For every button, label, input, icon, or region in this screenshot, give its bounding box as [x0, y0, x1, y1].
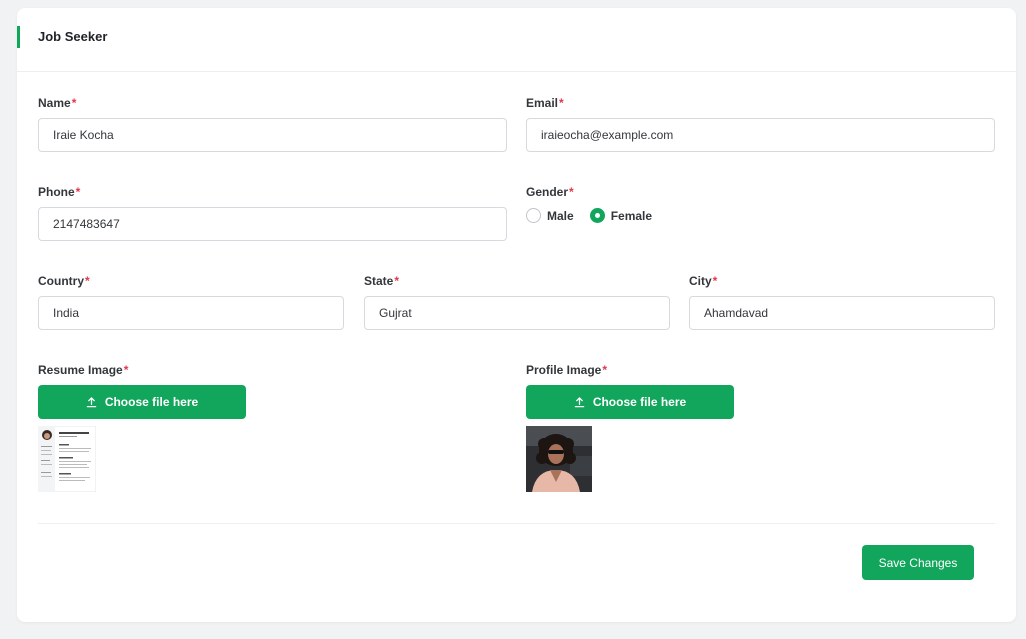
profile-label-text: Profile Image [526, 363, 602, 377]
resume-label-text: Resume Image [38, 363, 123, 377]
country-value: India [53, 306, 80, 320]
state-value: Gujrat [379, 306, 412, 320]
profile-upload-button[interactable]: Choose file here [526, 385, 734, 419]
gender-radio-female[interactable]: Female [589, 208, 653, 223]
required-mark: * [75, 185, 81, 199]
required-mark: * [123, 363, 129, 377]
email-field[interactable]: iraieocha@example.com [526, 118, 995, 152]
email-value: iraieocha@example.com [541, 128, 674, 142]
required-mark: * [712, 274, 718, 288]
country-label: Country* [38, 274, 90, 288]
email-label: Email* [526, 96, 564, 110]
upload-icon [574, 396, 585, 408]
gender-label-text: Gender [526, 185, 569, 199]
upload-icon [86, 396, 97, 408]
name-field[interactable]: Iraie Kocha [38, 118, 507, 152]
state-label-text: State [364, 274, 394, 288]
resume-upload-label: Choose file here [104, 395, 199, 409]
phone-label-text: Phone [38, 185, 75, 199]
profile-label: Profile Image* [526, 363, 607, 377]
job-seeker-card: Job Seeker Name* Iraie Kocha Email* irai… [17, 8, 1016, 622]
name-value: Iraie Kocha [53, 128, 114, 142]
state-label: State* [364, 274, 399, 288]
gender-option-label: Female [610, 208, 653, 223]
phone-label: Phone* [38, 185, 80, 199]
gender-option-label: Male [547, 208, 574, 223]
required-mark: * [559, 96, 564, 110]
card-title: Job Seeker [38, 29, 108, 44]
required-mark: * [85, 274, 90, 288]
form-divider [38, 523, 995, 524]
required-mark: * [569, 185, 574, 199]
gender-label: Gender* [526, 185, 574, 199]
name-label-text: Name [38, 96, 71, 110]
gender-radio-group: Male Female [526, 208, 668, 223]
country-field[interactable]: India [38, 296, 344, 330]
required-mark: * [394, 274, 400, 288]
profile-upload-label: Choose file here [592, 395, 687, 409]
state-field[interactable]: Gujrat [364, 296, 670, 330]
name-label: Name* [38, 96, 76, 110]
resume-label: Resume Image* [38, 363, 128, 377]
city-value: Ahamdavad [704, 306, 769, 320]
required-mark: * [71, 96, 77, 110]
phone-field[interactable]: 2147483647 [38, 207, 507, 241]
save-changes-button[interactable]: Save Changes [862, 545, 974, 580]
profile-thumbnail [526, 426, 592, 492]
country-label-text: Country [38, 274, 84, 288]
required-mark: * [602, 363, 608, 377]
resume-upload-button[interactable]: Choose file here [38, 385, 246, 419]
resume-thumbnail [38, 426, 104, 492]
gender-radio-male[interactable]: Male [526, 208, 574, 223]
city-label-text: City [689, 274, 712, 288]
city-label: City* [689, 274, 717, 288]
card-header: Job Seeker [17, 8, 1016, 72]
radio-checked-icon[interactable] [589, 208, 605, 223]
phone-value: 2147483647 [53, 217, 120, 231]
header-accent-bar [17, 26, 20, 48]
city-field[interactable]: Ahamdavad [689, 296, 995, 330]
radio-unchecked-icon[interactable] [526, 208, 541, 223]
email-label-text: Email [526, 96, 559, 110]
